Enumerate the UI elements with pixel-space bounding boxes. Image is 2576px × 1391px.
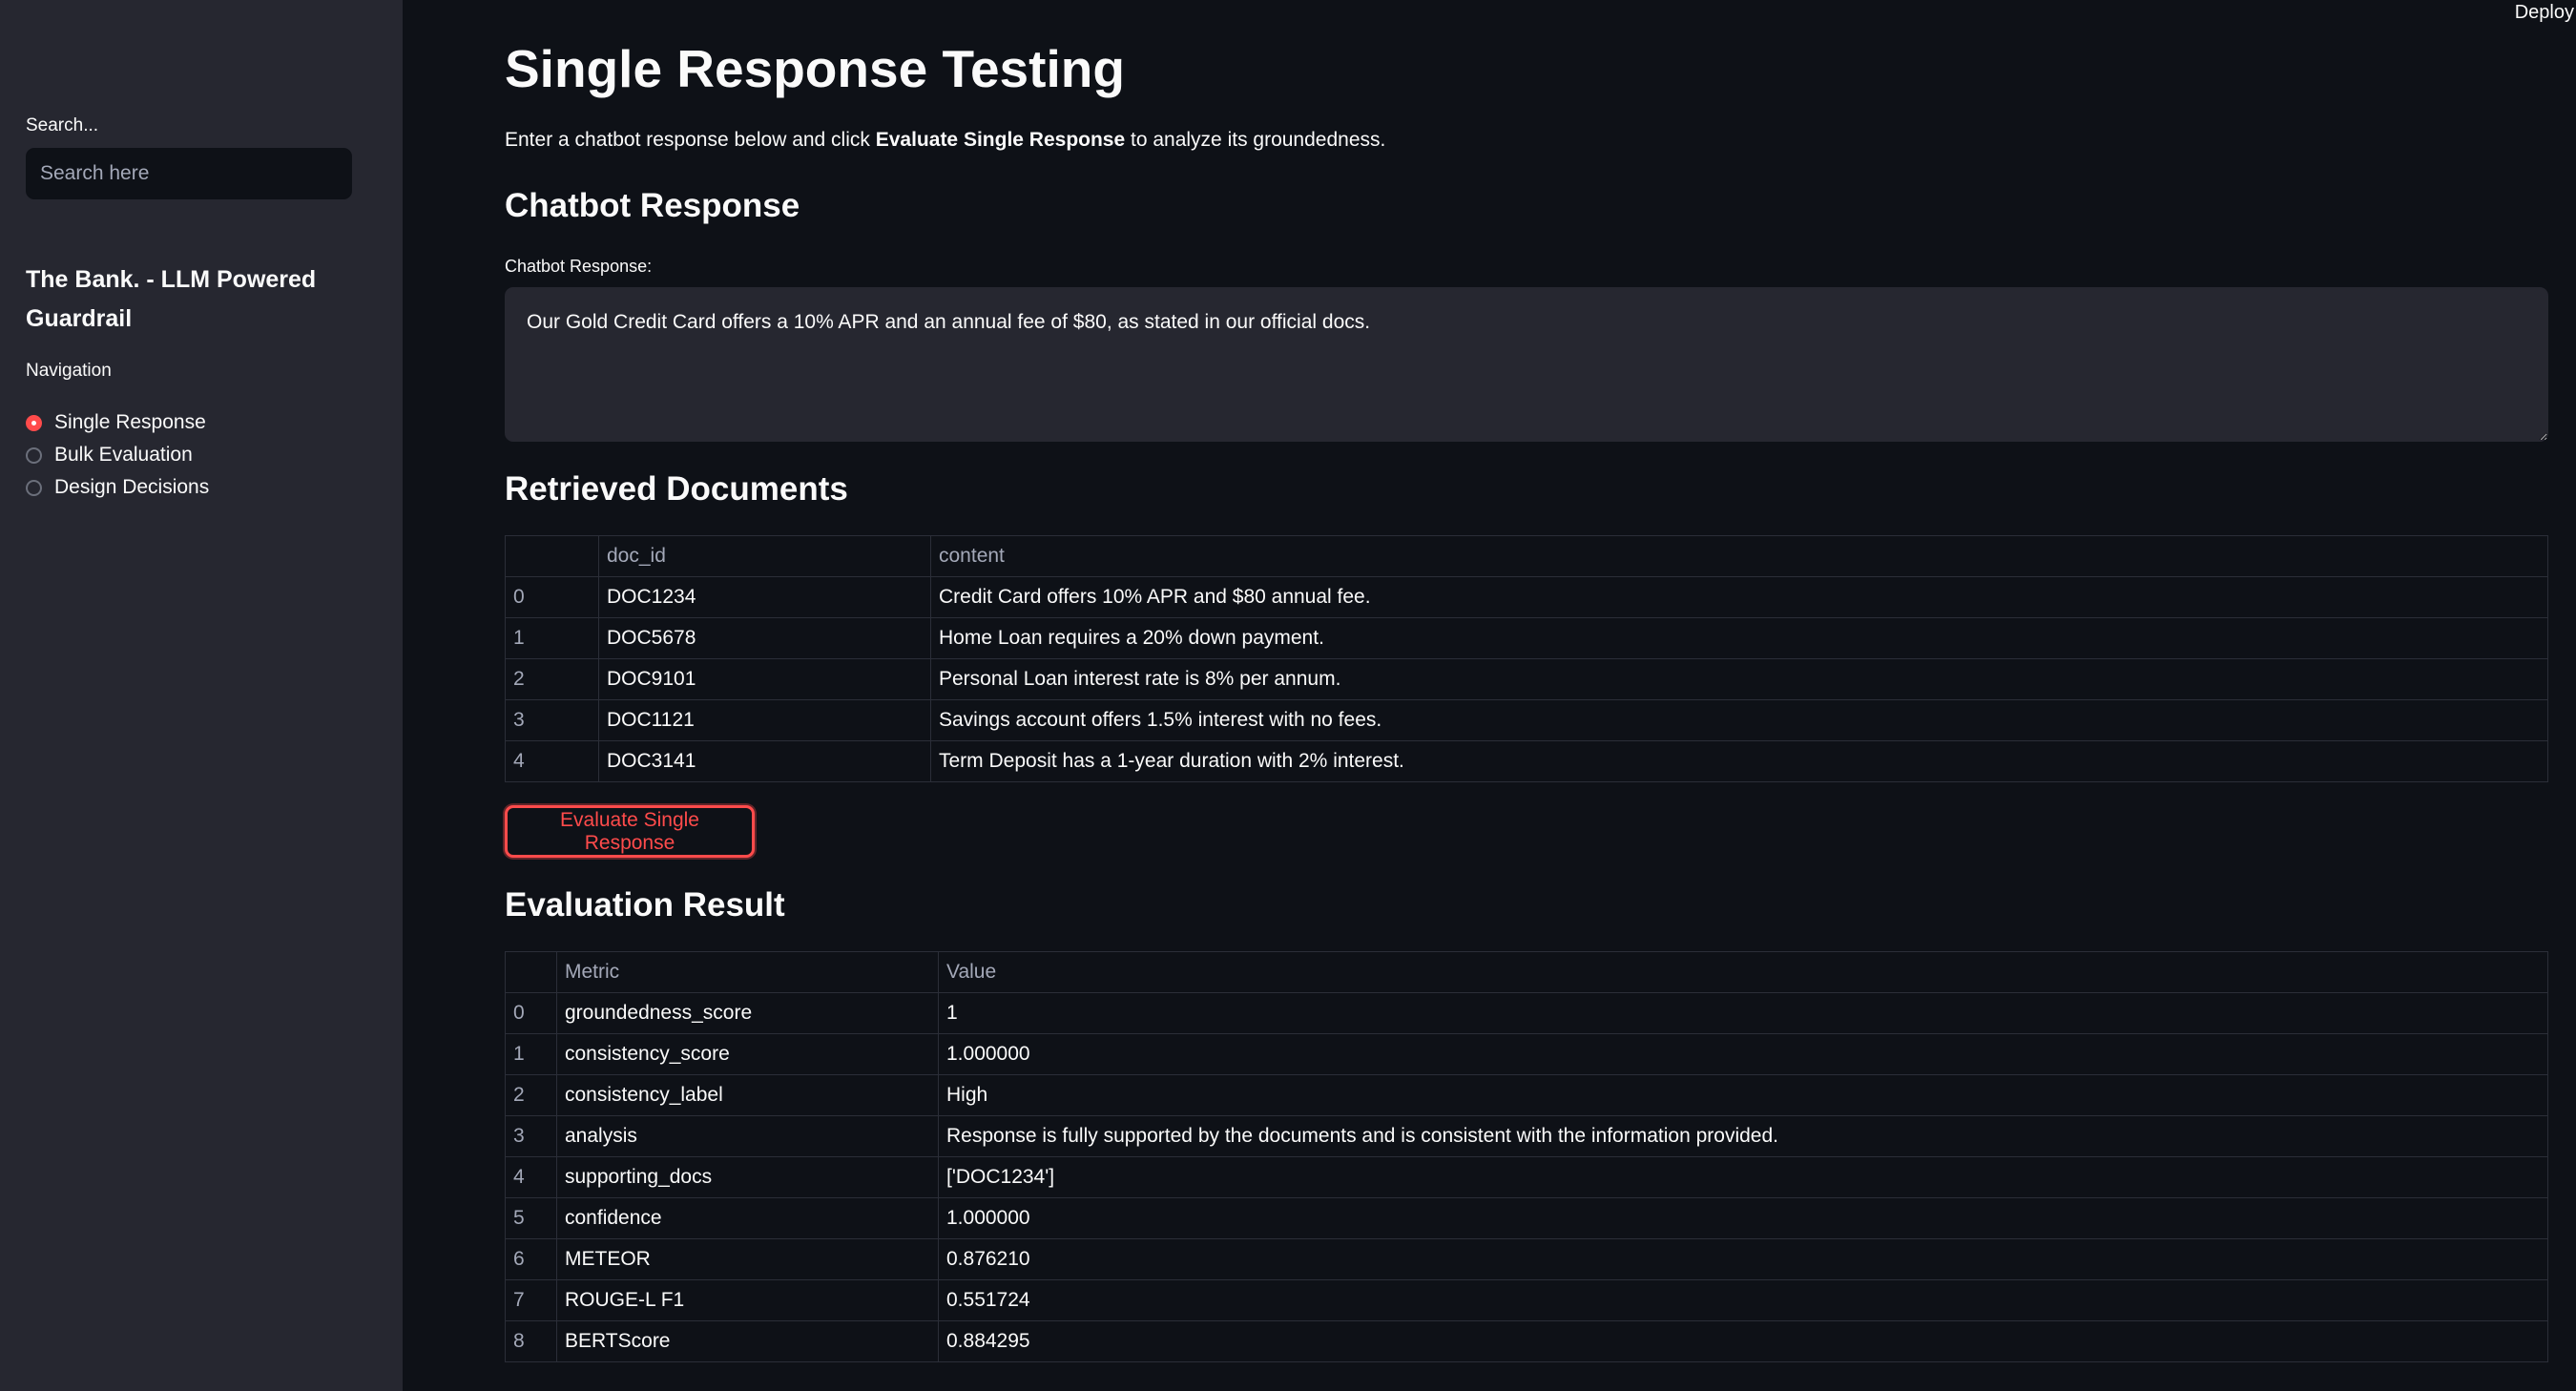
nav-item-label: Bulk Evaluation <box>54 444 193 466</box>
row-index-cell[interactable]: 8 <box>505 1320 557 1362</box>
evaluate-single-response-button[interactable]: Evaluate Single Response <box>505 805 755 858</box>
table-cell[interactable]: confidence <box>556 1197 939 1239</box>
nav-item-single-response[interactable]: Single Response <box>26 406 209 439</box>
content-column-header[interactable]: content <box>930 535 2548 577</box>
row-index-cell[interactable]: 5 <box>505 1197 557 1239</box>
table-cell[interactable]: Term Deposit has a 1-year duration with … <box>930 740 2548 782</box>
nav-item-bulk-evaluation[interactable]: Bulk Evaluation <box>26 439 209 471</box>
table-row[interactable]: 3 analysis Response is fully supported by … <box>505 1115 2548 1157</box>
table-header-row: Metric Value <box>505 951 2548 993</box>
table-row[interactable]: 6 METEOR 0.876210 <box>505 1238 2548 1280</box>
value-column-header[interactable]: Value <box>938 951 2548 993</box>
table-cell[interactable]: METEOR <box>556 1238 939 1280</box>
table-cell[interactable]: groundedness_score <box>556 992 939 1034</box>
table-row[interactable]: 5 confidence 1.000000 <box>505 1197 2548 1239</box>
table-row[interactable]: 2 DOC9101 Personal Loan interest rate is 8… <box>505 658 2548 700</box>
table-cell[interactable]: Savings account offers 1.5% interest wit… <box>930 699 2548 741</box>
table-cell[interactable]: consistency_label <box>556 1074 939 1116</box>
table-cell[interactable]: High <box>938 1074 2548 1116</box>
navigation-label: Navigation <box>26 361 112 381</box>
table-cell[interactable]: analysis <box>556 1115 939 1157</box>
table-cell[interactable]: DOC1121 <box>598 699 931 741</box>
search-label: Search... <box>26 115 99 135</box>
intro-text-bold: Evaluate Single Response <box>875 129 1126 151</box>
index-column-header[interactable] <box>505 535 599 577</box>
table-cell[interactable]: Response is fully supported by the docum… <box>938 1115 2548 1157</box>
radio-selected-icon[interactable] <box>26 414 42 431</box>
nav-item-label: Design Decisions <box>54 476 210 498</box>
table-cell[interactable]: 0.884295 <box>938 1320 2548 1362</box>
row-index-cell[interactable]: 7 <box>505 1279 557 1321</box>
table-cell[interactable]: 1 <box>938 992 2548 1034</box>
row-index-cell[interactable]: 3 <box>505 1115 557 1157</box>
doc-id-column-header[interactable]: doc_id <box>598 535 931 577</box>
table-row[interactable]: 1 DOC5678 Home Loan requires a 20% down pa… <box>505 617 2548 659</box>
table-header-row: doc_id content <box>505 535 2548 577</box>
table-cell[interactable]: 1.000000 <box>938 1033 2548 1075</box>
table-cell[interactable]: DOC3141 <box>598 740 931 782</box>
row-index-cell[interactable]: 1 <box>505 1033 557 1075</box>
table-cell[interactable]: supporting_docs <box>556 1156 939 1198</box>
evaluation-result-heading: Evaluation Result <box>505 886 785 924</box>
chatbot-response-label: Chatbot Response: <box>505 257 653 276</box>
row-index-cell[interactable]: 3 <box>505 699 599 741</box>
navigation-radio-group: Single Response Bulk Evaluation Design D… <box>26 406 209 504</box>
radio-unselected-icon[interactable] <box>26 446 42 464</box>
table-cell[interactable]: 0.876210 <box>938 1238 2548 1280</box>
row-index-cell[interactable]: 0 <box>505 992 557 1034</box>
index-column-header[interactable] <box>505 951 557 993</box>
row-index-cell[interactable]: 2 <box>505 658 599 700</box>
deploy-button[interactable]: Deploy <box>2513 0 2576 26</box>
table-cell[interactable]: consistency_score <box>556 1033 939 1075</box>
chatbot-response-textarea[interactable]: Our Gold Credit Card offers a 10% APR an… <box>505 287 2548 442</box>
nav-item-design-decisions[interactable]: Design Decisions <box>26 471 209 504</box>
app-title: The Bank. - LLM Powered Guardrail <box>26 266 317 332</box>
row-index-cell[interactable]: 4 <box>505 740 599 782</box>
retrieved-documents-heading: Retrieved Documents <box>505 470 848 508</box>
table-cell[interactable]: DOC9101 <box>598 658 931 700</box>
table-cell[interactable]: ROUGE-L F1 <box>556 1279 939 1321</box>
row-index-cell[interactable]: 4 <box>505 1156 557 1198</box>
intro-text-start: Enter a chatbot response below and click <box>505 129 876 151</box>
table-row[interactable]: 7 ROUGE-L F1 0.551724 <box>505 1279 2548 1321</box>
table-cell[interactable]: ['DOC1234'] <box>938 1156 2548 1198</box>
retrieved-documents-table[interactable]: doc_id content 0 DOC1234 Credit Card offer… <box>505 535 2548 782</box>
row-index-cell[interactable]: 6 <box>505 1238 557 1280</box>
row-index-cell[interactable]: 2 <box>505 1074 557 1116</box>
metric-column-header[interactable]: Metric <box>556 951 939 993</box>
radio-unselected-icon[interactable] <box>26 479 42 496</box>
table-cell[interactable]: BERTScore <box>556 1320 939 1362</box>
evaluation-result-table[interactable]: Metric Value 0 groundedness_score 1 1 consis… <box>505 951 2548 1362</box>
table-row[interactable]: 3 DOC1121 Savings account offers 1.5% inte… <box>505 699 2548 741</box>
intro-text: Enter a chatbot response below and click… <box>505 129 1385 152</box>
sidebar: Search... The Bank. - LLM Powered Guardr… <box>0 0 403 1391</box>
intro-text-end: to analyze its groundedness. <box>1125 129 1386 151</box>
table-cell[interactable]: 0.551724 <box>938 1279 2548 1321</box>
table-row[interactable]: 1 consistency_score 1.000000 <box>505 1033 2548 1075</box>
table-cell[interactable]: 1.000000 <box>938 1197 2548 1239</box>
row-index-cell[interactable]: 1 <box>505 617 599 659</box>
table-cell[interactable]: DOC5678 <box>598 617 931 659</box>
table-cell[interactable]: Personal Loan interest rate is 8% per an… <box>930 658 2548 700</box>
table-cell[interactable]: DOC1234 <box>598 576 931 618</box>
search-input[interactable] <box>26 148 352 199</box>
table-cell[interactable]: Home Loan requires a 20% down payment. <box>930 617 2548 659</box>
table-row[interactable]: 0 DOC1234 Credit Card offers 10% APR and $… <box>505 576 2548 618</box>
table-row[interactable]: 2 consistency_label High <box>505 1074 2548 1116</box>
table-row[interactable]: 0 groundedness_score 1 <box>505 992 2548 1034</box>
table-row[interactable]: 4 DOC3141 Term Deposit has a 1-year durati… <box>505 740 2548 782</box>
table-row[interactable]: 4 supporting_docs ['DOC1234'] <box>505 1156 2548 1198</box>
row-index-cell[interactable]: 0 <box>505 576 599 618</box>
table-row[interactable]: 8 BERTScore 0.884295 <box>505 1320 2548 1362</box>
page-title: Single Response Testing <box>505 39 1125 98</box>
chatbot-response-heading: Chatbot Response <box>505 187 800 224</box>
nav-item-label: Single Response <box>54 411 206 433</box>
table-cell[interactable]: Credit Card offers 10% APR and $80 annua… <box>930 576 2548 618</box>
